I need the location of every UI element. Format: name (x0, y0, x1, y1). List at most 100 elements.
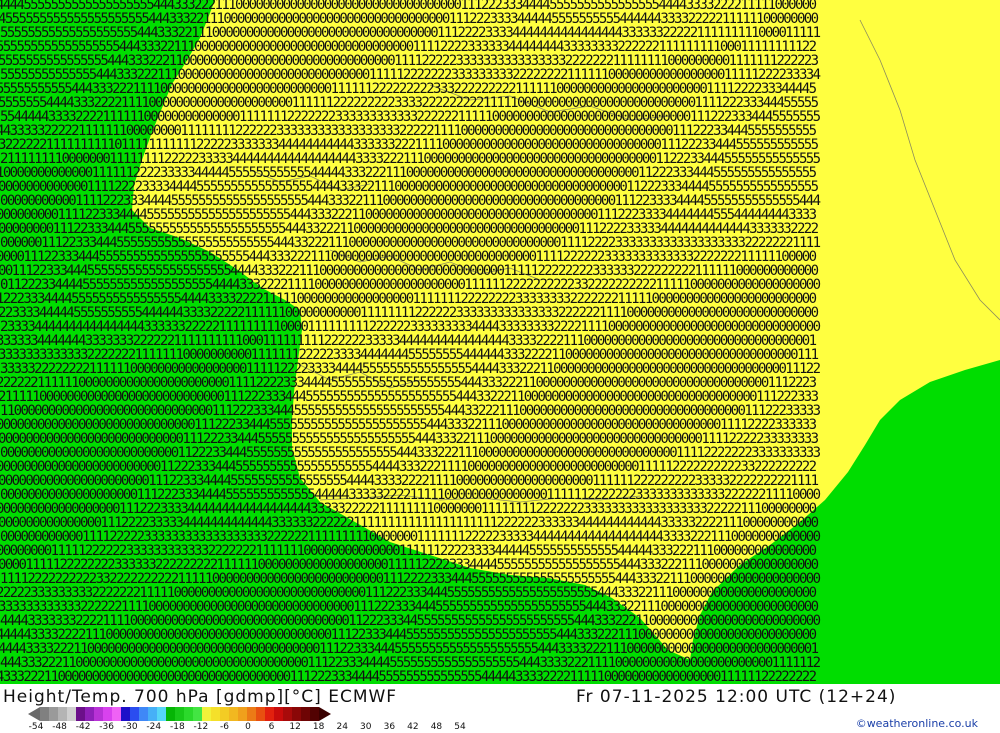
digit-row: 2222233333333322222221111100000000000000… (0, 585, 817, 601)
scale-tick-labels: -54 -48 -42 -36 -30 -24 -18 -12 -6 0 6 12 18 24 30 36 42… (29, 722, 466, 733)
scale-swatch (184, 707, 193, 721)
digit-row: 0000000011122333444555555555555555555555… (0, 221, 819, 237)
digit-row: 0112223344445555555555555555555444433322… (0, 277, 821, 293)
color-scale (28, 706, 331, 722)
scale-swatch (130, 707, 139, 721)
digit-row: 4433333222221111111000000001111111122222… (0, 123, 817, 139)
scale-swatch (40, 707, 49, 721)
digit-row: 4443332221100000000000000000000000000000… (0, 655, 821, 671)
digit-row: 0000000000001111222223333333333333333332… (0, 529, 821, 545)
scale-swatch (229, 707, 238, 721)
scale-swatch (283, 707, 292, 721)
digit-row: 4333222110000000000000000000000000000000… (0, 669, 817, 684)
digit-row: 0000000001111223334444555555555555555555… (0, 207, 817, 223)
map-title: Height/Temp. 700 hPa [gdmp][°C] ECMWF (3, 687, 398, 707)
scale-swatch (193, 707, 202, 721)
digit-row: 0000111112222222233333322222222211111100… (0, 557, 819, 573)
digit-row: 5555555555544433322211110000000000000000… (0, 81, 817, 97)
scale-tick-label: 48 (430, 722, 443, 732)
scale-swatch (310, 707, 319, 721)
scale-swatch (256, 707, 265, 721)
scale-swatch (112, 707, 121, 721)
digit-row: 1100000000000000000000000000000111222333… (0, 403, 821, 419)
digit-row: 5555555555555544433322211100000000000000… (0, 67, 821, 83)
scale-tick-label: 18 (312, 722, 325, 732)
scale-tick-label: -12 (193, 722, 209, 732)
scale-swatch (247, 707, 256, 721)
digit-row: 3333333333332222221111000000000000000000… (0, 599, 819, 615)
digit-row: 1000000000000011111122223333344444555555… (0, 165, 817, 181)
digit-row: 1111222222222233222222222211111000000000… (0, 571, 821, 587)
scale-tick-label: -42 (75, 722, 91, 732)
digit-row: 0000000000000000000000001122233344455555… (0, 459, 817, 475)
digit-row: 0000000000000000000000111223334444555555… (0, 473, 819, 489)
digit-row: 2333344444444444444443333332222211111111… (0, 319, 821, 335)
footer-bar: Height/Temp. 700 hPa [gdmp][°C] ECMWF Fr… (0, 684, 1000, 733)
digit-row: 3222222111111111101111111111122222333333… (0, 137, 819, 153)
scale-tick-label: 36 (383, 722, 396, 732)
scale-swatch (157, 707, 166, 721)
contour-digit-field: 4444555555555555555555544433322211100000… (0, 0, 1000, 684)
digit-row: 0000000000011112223334444555555555555555… (0, 193, 821, 209)
scale-swatch (301, 707, 310, 721)
digit-row: 0000000000000000000000000011222334445555… (0, 445, 821, 461)
map-panel: 4444555555555555555555544433322211100000… (0, 0, 1000, 684)
digit-row: 4555555555555555555555444333221110000000… (0, 11, 819, 27)
scale-swatch (175, 707, 184, 721)
scale-arrow-right-icon (319, 707, 331, 721)
digit-row: 2111110000000000000000000000000001112223… (0, 389, 819, 405)
valid-time: Fr 07-11-2025 12:00 UTC (12+24) (576, 687, 897, 707)
scale-swatch (220, 707, 229, 721)
digit-row: 5544444333322221111110000000000000011111… (0, 109, 821, 125)
scale-tick-label: 6 (268, 722, 275, 732)
credit-link[interactable]: ©weatheronline.co.uk (856, 717, 978, 730)
digit-row: 2233334444455555555554444443333222221111… (0, 305, 819, 321)
digit-row: 0000111223334445555555555555555555555444… (0, 249, 817, 265)
digit-row: 5555555555555555444333222110000000000000… (0, 53, 819, 69)
scale-swatch (202, 707, 211, 721)
scale-swatch (148, 707, 157, 721)
scale-tick-label: 12 (289, 722, 301, 732)
digit-row: 0000000000000000000000000000011122233444… (0, 417, 817, 433)
scale-tick-label: -30 (122, 722, 138, 732)
scale-swatch (166, 707, 175, 721)
scale-swatch (211, 707, 220, 721)
digit-row: 0000000000000111122223333444455555555555… (0, 179, 819, 195)
scale-tick-label: -36 (99, 722, 115, 732)
digit-row: 5555555555555555555544433322111000000000… (0, 25, 821, 41)
scale-tick-label: 42 (407, 722, 419, 732)
digit-row: 5555555555555555554443332211100000000000… (0, 39, 817, 55)
digit-row: 4444333322211000000000000000000000000000… (0, 641, 819, 657)
digit-row: 0000000011111222222333333333333222222211… (0, 543, 817, 559)
digit-row: 0000000000000000000011122233344445555555… (0, 487, 821, 503)
scale-tick-label: -18 (169, 722, 185, 732)
digit-row: 0000000000000000000000000001112223344455… (0, 431, 819, 447)
scale-swatch (139, 707, 148, 721)
scale-swatch (49, 707, 58, 721)
scale-tick-label: -48 (52, 722, 67, 732)
scale-swatch (121, 707, 130, 721)
scale-swatch (274, 707, 283, 721)
digit-row: 0011122333444555555555555555555555444433… (0, 263, 819, 279)
scale-swatches (40, 707, 319, 721)
digit-row: 3333334444444333333322222211111111110001… (0, 333, 817, 349)
digit-row: 3333333333333222222211111110000000000111… (0, 347, 819, 363)
scale-tick-label: -6 (219, 722, 229, 732)
scale-tick-label: 0 (245, 722, 251, 732)
digit-row: 2111111110000000111111112222233333444444… (0, 151, 821, 167)
scale-tick-label: 54 (454, 722, 466, 732)
digit-row: 3333322222222111111000000000000000001111… (0, 361, 821, 377)
scale-tick-label: -54 (28, 722, 44, 732)
digit-row: 1222333444455555555555555554444333322221… (0, 291, 817, 307)
scale-swatch (85, 707, 94, 721)
scale-swatch (265, 707, 274, 721)
digit-row: 4444433332222111000000000000000000000000… (0, 627, 817, 643)
digit-row: 0000001112233344455555555555555555555555… (0, 235, 821, 251)
scale-swatch (76, 707, 85, 721)
digit-row: 5555555444433322221111000000000000000000… (0, 95, 819, 111)
digit-row: 0000000000000000001112223333444444444444… (0, 501, 817, 517)
scale-swatch (58, 707, 67, 721)
scale-tick-label: 24 (336, 722, 348, 732)
scale-swatch (67, 707, 76, 721)
scale-swatch (94, 707, 103, 721)
